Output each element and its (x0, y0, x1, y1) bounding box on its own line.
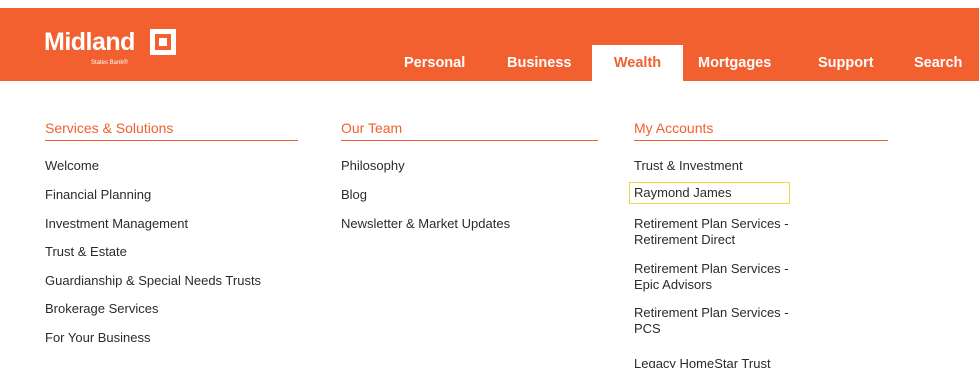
logo-square-icon (150, 29, 176, 55)
menu-column-services: Services & Solutions Welcome Financial P… (45, 120, 298, 345)
link-trust-investment[interactable]: Trust & Investment (634, 158, 743, 174)
link-rps-pcs[interactable]: Retirement Plan Services - PCS (634, 305, 814, 337)
nav-personal[interactable]: Personal (404, 45, 465, 81)
link-financial-planning[interactable]: Financial Planning (45, 187, 151, 203)
link-investment-management[interactable]: Investment Management (45, 216, 188, 232)
nav-business[interactable]: Business (507, 45, 571, 81)
nav-support[interactable]: Support (818, 45, 874, 81)
link-rps-retirement-direct[interactable]: Retirement Plan Services - Retirement Di… (634, 216, 814, 248)
logo-wordmark: Midland (44, 28, 135, 56)
column-heading-my-accounts: My Accounts (634, 120, 888, 141)
menu-column-our-team: Our Team Philosophy Blog Newsletter & Ma… (341, 120, 598, 231)
link-raymond-james[interactable]: Raymond James (629, 182, 790, 204)
nav-wealth[interactable]: Wealth (592, 45, 683, 81)
site-header: Midland States Bank® Personal Business W… (0, 8, 979, 81)
column-heading-our-team: Our Team (341, 120, 598, 141)
link-rps-epic-advisors[interactable]: Retirement Plan Services - Epic Advisors (634, 261, 814, 293)
link-for-your-business[interactable]: For Your Business (45, 330, 151, 346)
link-legacy-homestar-trust[interactable]: Legacy HomeStar Trust (634, 356, 771, 368)
link-newsletter[interactable]: Newsletter & Market Updates (341, 216, 510, 232)
column-heading-services: Services & Solutions (45, 120, 298, 141)
link-philosophy[interactable]: Philosophy (341, 158, 405, 174)
link-blog[interactable]: Blog (341, 187, 367, 203)
link-welcome[interactable]: Welcome (45, 158, 99, 174)
nav-mortgages[interactable]: Mortgages (698, 45, 771, 81)
logo-subtitle: States Bank® (91, 60, 128, 66)
nav-search[interactable]: Search (914, 45, 962, 81)
link-brokerage-services[interactable]: Brokerage Services (45, 301, 158, 317)
link-trust-estate[interactable]: Trust & Estate (45, 244, 127, 260)
link-guardianship[interactable]: Guardianship & Special Needs Trusts (45, 273, 261, 289)
menu-column-my-accounts: My Accounts Trust & Investment Raymond J… (629, 120, 888, 368)
